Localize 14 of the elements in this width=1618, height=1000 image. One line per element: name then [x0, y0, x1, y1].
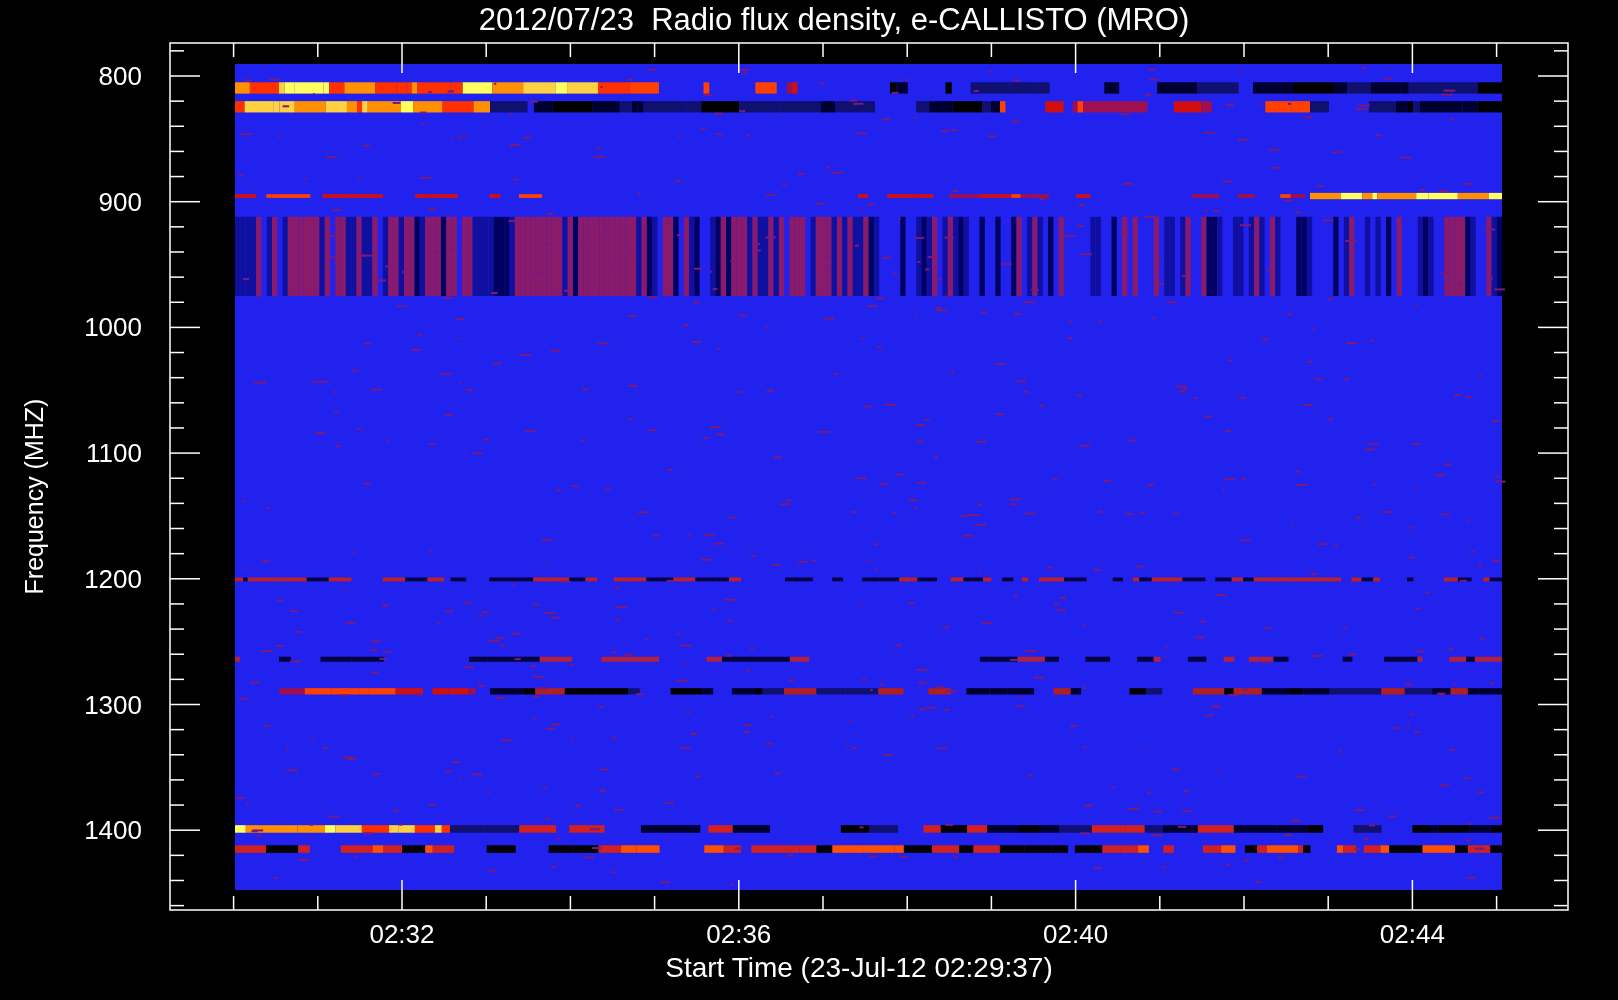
y-tick-label: 900 [98, 186, 142, 217]
y-tick-label: 1400 [84, 815, 142, 846]
y-tick-label: 800 [98, 61, 142, 91]
x-tick-label: 02:32 [369, 919, 435, 949]
y-tick-label: 1200 [84, 563, 142, 594]
y-axis-label: Frequency (MHZ) [20, 398, 50, 594]
x-tick-label: 02:44 [1379, 919, 1445, 949]
y-tick-label: 1100 [86, 438, 142, 469]
x-tick-label: 02:40 [1043, 919, 1109, 949]
y-tick-label: 1000 [84, 312, 142, 343]
x-axis-label: Start Time (23-Jul-12 02:29:37) [665, 952, 1053, 984]
y-tick-label: 1300 [84, 689, 142, 720]
chart-title: 2012/07/23 Radio flux density, e-CALLISTO (MRO) [477, 1, 1191, 39]
x-tick-label: 02:36 [706, 919, 772, 949]
